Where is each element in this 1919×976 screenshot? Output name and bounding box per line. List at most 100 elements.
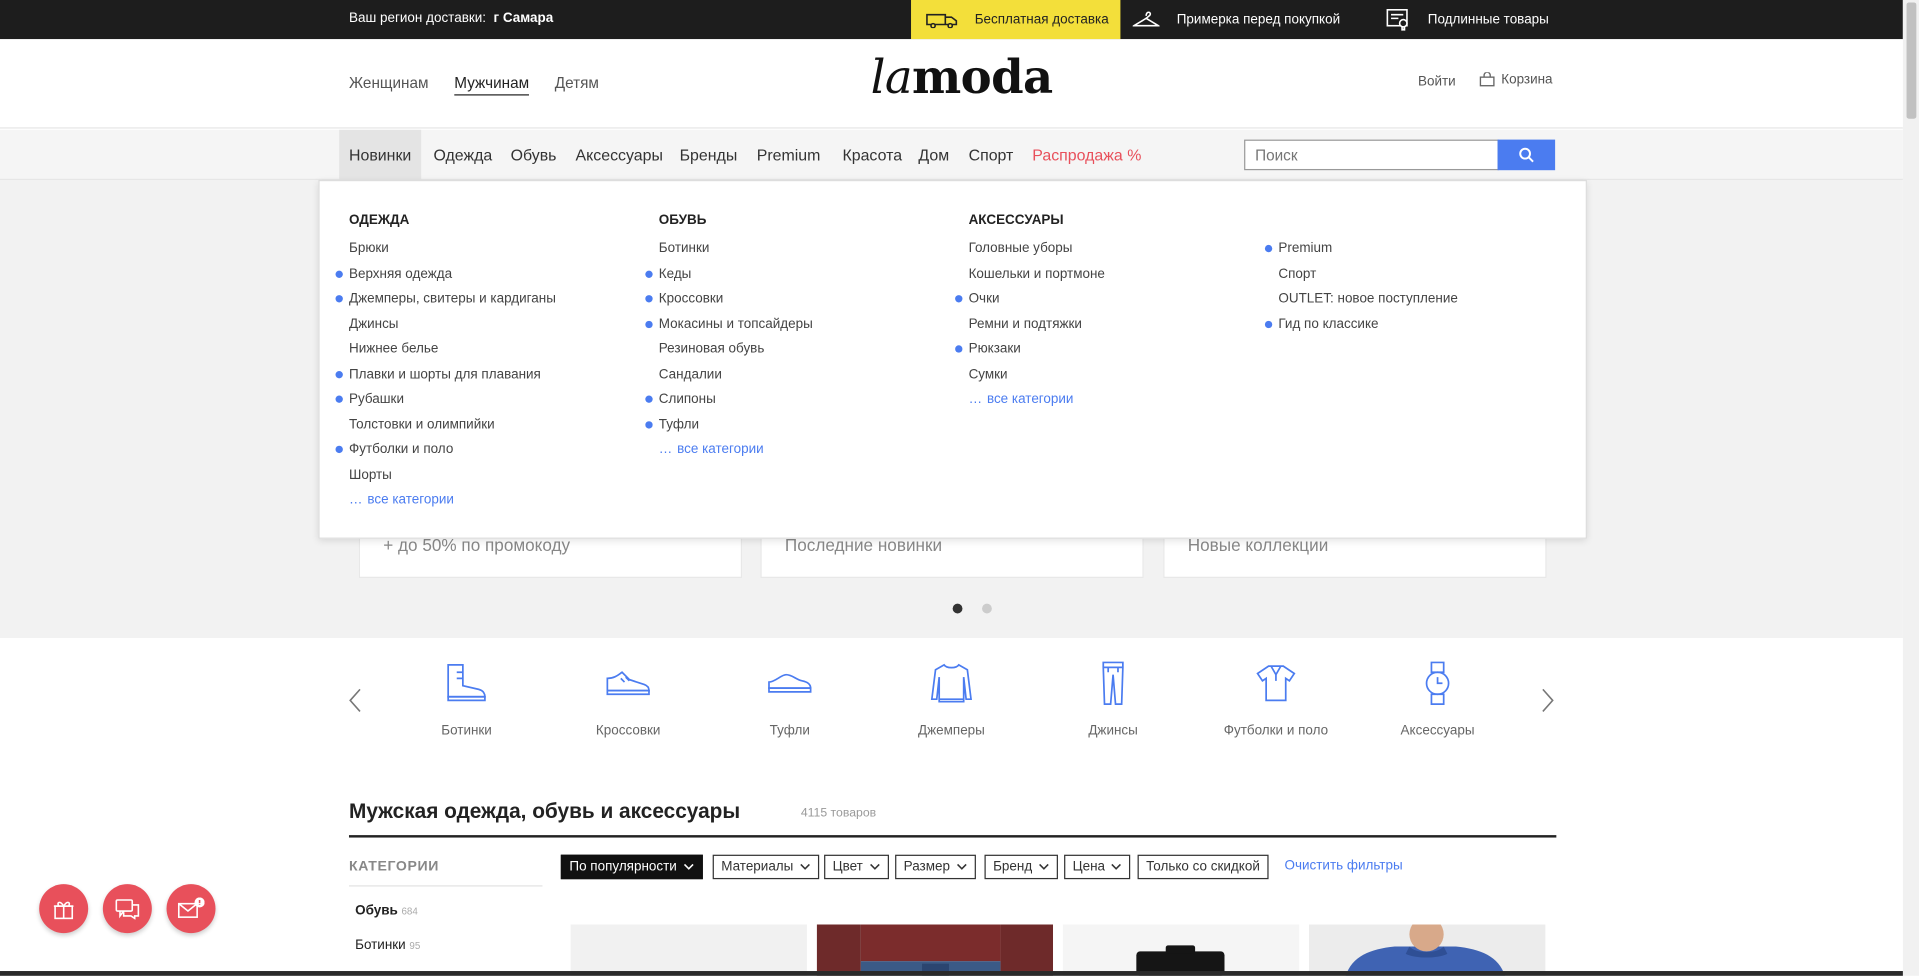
region-value[interactable]: г Самара: [494, 11, 554, 26]
menu-heading-clothing[interactable]: ОДЕЖДА: [349, 212, 556, 229]
filter-color[interactable]: Цвет: [824, 854, 889, 880]
sneaker-icon: [606, 671, 650, 696]
menu-item[interactable]: Кроссовки: [645, 287, 813, 312]
all-categories-shoes-link[interactable]: … все категории: [659, 437, 813, 462]
sidebar-category-count: 684: [401, 906, 418, 918]
menu-item[interactable]: Нижнее белье: [349, 337, 556, 362]
menu-item[interactable]: Кеды: [645, 261, 813, 286]
fitting-promo[interactable]: Примерка перед покупкой: [1132, 0, 1340, 39]
delivery-region[interactable]: Ваш регион доставки: г Самара: [349, 11, 553, 26]
chat-button[interactable]: [102, 884, 152, 934]
nav-sport[interactable]: Спорт: [969, 130, 1014, 180]
menu-item[interactable]: Рюкзаки: [955, 337, 1105, 362]
product-card[interactable]: [1062, 924, 1300, 976]
menu-item[interactable]: Очки: [955, 287, 1105, 312]
menu-item[interactable]: Шорты: [349, 462, 556, 487]
feedback-button[interactable]: [166, 884, 216, 934]
nav-new[interactable]: Новинки: [339, 129, 422, 181]
original-goods-promo[interactable]: Подлинные товары: [1386, 0, 1549, 39]
certificate-icon: [1386, 9, 1408, 31]
nav-brands[interactable]: Бренды: [680, 130, 738, 180]
filter-brand[interactable]: Бренд: [984, 854, 1058, 880]
gift-button[interactable]: [39, 884, 89, 934]
nav-accessories[interactable]: Аксессуары: [576, 130, 663, 180]
category-boots[interactable]: Ботинки: [399, 660, 534, 738]
category-jumpers[interactable]: Джемперы: [884, 660, 1019, 738]
boot-icon: [447, 664, 486, 702]
nav-beauty[interactable]: Красота: [842, 130, 902, 180]
menu-item[interactable]: Туфли: [645, 412, 813, 437]
menu-item[interactable]: Кошельки и портмоне: [969, 261, 1105, 286]
category-label: Футболки и поло: [1223, 723, 1329, 739]
nav-sale[interactable]: Распродажа %: [1032, 130, 1141, 180]
menu-item[interactable]: Джинсы: [349, 312, 556, 337]
menu-item[interactable]: Брюки: [349, 236, 556, 261]
slider-dot[interactable]: [982, 603, 992, 614]
filter-size[interactable]: Размер: [895, 854, 976, 880]
menu-item[interactable]: Мокасины и топсайдеры: [645, 312, 813, 337]
filter-label: Размер: [903, 859, 950, 875]
product-card[interactable]: [816, 924, 1054, 976]
menu-heading-accessories[interactable]: АКСЕССУАРЫ: [969, 212, 1105, 229]
product-photo: [1062, 924, 1300, 976]
gender-women[interactable]: Женщинам: [349, 75, 429, 92]
nav-premium[interactable]: Premium: [757, 130, 821, 180]
main-nav: Новинки Одежда Обувь Аксессуары Бренды P…: [0, 129, 1903, 181]
category-accessories[interactable]: Аксессуары: [1370, 660, 1505, 738]
chevron-left-icon[interactable]: [348, 687, 363, 714]
product-card[interactable]: [1308, 924, 1546, 976]
menu-item-premium[interactable]: Premium: [1264, 236, 1457, 261]
category-shoes[interactable]: Туфли: [722, 660, 857, 738]
menu-column-shoes: ОБУВЬ Ботинки Кеды Кроссовки Мокасины и …: [645, 212, 813, 462]
menu-item[interactable]: Головные уборы: [969, 236, 1105, 261]
search-input[interactable]: [1244, 139, 1499, 171]
filter-materials[interactable]: Материалы: [712, 854, 820, 880]
cart-link[interactable]: Корзина: [1479, 72, 1553, 87]
free-shipping-promo[interactable]: Бесплатная доставка: [911, 0, 1121, 40]
menu-item-classic-guide[interactable]: Гид по классике: [1264, 312, 1457, 337]
mega-menu-new: ОДЕЖДА Брюки Верхняя одежда Джемперы, св…: [318, 180, 1587, 539]
lamoda-logo[interactable]: lamoda: [871, 49, 1054, 104]
gender-men[interactable]: Мужчинам: [454, 75, 530, 96]
chevron-right-icon[interactable]: [1540, 687, 1555, 714]
menu-item[interactable]: Джемперы, свитеры и кардиганы: [335, 287, 556, 312]
category-jeans[interactable]: Джинсы: [1046, 660, 1181, 738]
menu-item[interactable]: Сандалии: [659, 362, 813, 387]
menu-item[interactable]: Плавки и шорты для плавания: [335, 362, 556, 387]
menu-item[interactable]: Слипоны: [645, 387, 813, 412]
menu-item[interactable]: Сумки: [969, 362, 1105, 387]
menu-item-outlet[interactable]: OUTLET: новое поступление: [1278, 287, 1457, 312]
sidebar-category-boots[interactable]: Ботинки 95: [355, 938, 420, 953]
scrollbar-track[interactable]: [1902, 0, 1919, 976]
menu-item[interactable]: Футболки и поло: [335, 437, 556, 462]
menu-item-sport[interactable]: Спорт: [1278, 261, 1457, 286]
product-card[interactable]: [570, 924, 807, 976]
sidebar-category-count: 95: [409, 940, 421, 952]
menu-item[interactable]: Рубашки: [335, 387, 556, 412]
scrollbar-thumb[interactable]: [1906, 2, 1917, 119]
filter-price[interactable]: Цена: [1064, 854, 1131, 880]
search-button[interactable]: [1497, 139, 1556, 171]
nav-shoes[interactable]: Обувь: [511, 130, 557, 180]
sort-dropdown[interactable]: По популярности: [560, 854, 703, 880]
clear-filters-link[interactable]: Очистить фильтры: [1285, 858, 1403, 873]
gender-kids[interactable]: Детям: [555, 75, 599, 92]
category-polo[interactable]: Футболки и поло: [1209, 660, 1344, 738]
slider-dot-active[interactable]: [952, 603, 963, 614]
menu-item[interactable]: Ремни и подтяжки: [969, 312, 1105, 337]
top-bar: Ваш регион доставки: г Самара Бесплатная…: [0, 0, 1903, 40]
menu-item[interactable]: Ботинки: [659, 236, 813, 261]
menu-item[interactable]: Толстовки и олимпийки: [349, 412, 556, 437]
sidebar-category-shoes[interactable]: Обувь 684: [355, 904, 418, 919]
category-sneakers[interactable]: Кроссовки: [561, 660, 696, 738]
chevron-down-icon: [869, 863, 880, 870]
nav-home[interactable]: Дом: [918, 130, 949, 180]
menu-item[interactable]: Верхняя одежда: [335, 261, 556, 286]
all-categories-clothing-link[interactable]: … все категории: [349, 487, 556, 512]
menu-heading-shoes[interactable]: ОБУВЬ: [659, 212, 813, 229]
filter-discount-only[interactable]: Только со скидкой: [1137, 854, 1269, 880]
all-categories-accessories-link[interactable]: … все категории: [969, 387, 1105, 412]
menu-item[interactable]: Резиновая обувь: [659, 337, 813, 362]
login-link[interactable]: Войти: [1418, 75, 1456, 90]
nav-clothing[interactable]: Одежда: [433, 130, 492, 180]
